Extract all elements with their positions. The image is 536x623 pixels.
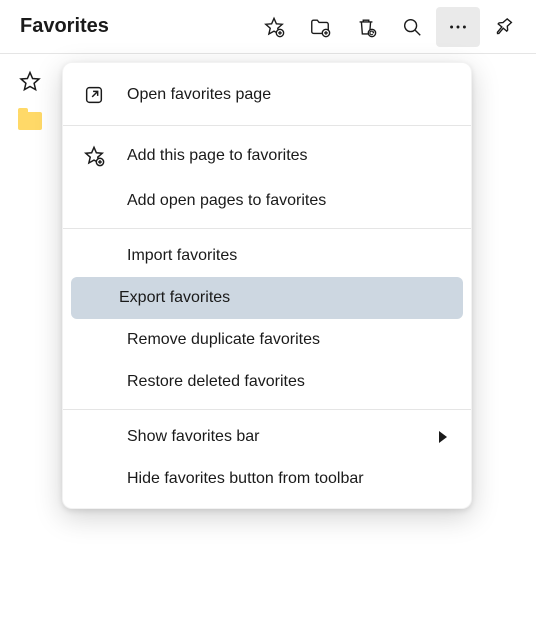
menu-label: Hide favorites button from toolbar (127, 470, 453, 488)
menu-import-favorites[interactable]: Import favorites (63, 235, 471, 277)
menu-label: Restore deleted favorites (127, 373, 453, 391)
menu-export-favorites[interactable]: Export favorites (71, 277, 463, 319)
menu-label: Add open pages to favorites (127, 192, 453, 210)
menu-divider (63, 125, 471, 126)
menu-label: Remove duplicate favorites (127, 331, 453, 349)
search-button[interactable] (390, 7, 434, 47)
star-outline-icon (18, 70, 42, 94)
chevron-right-icon (439, 431, 447, 443)
favorites-list-hint (18, 70, 42, 130)
star-plus-icon (83, 145, 105, 167)
menu-label: Import favorites (127, 247, 453, 265)
trash-restore-icon (355, 16, 377, 38)
pin-icon (489, 11, 520, 42)
favorites-header: Favorites (0, 0, 536, 54)
menu-label: Show favorites bar (127, 428, 439, 446)
menu-label: Export favorites (119, 289, 453, 307)
header-actions (252, 7, 526, 47)
page-title: Favorites (20, 15, 109, 38)
restore-button[interactable] (344, 7, 388, 47)
menu-restore-deleted[interactable]: Restore deleted favorites (63, 361, 471, 403)
open-external-icon (83, 84, 105, 106)
star-plus-icon (263, 16, 285, 38)
menu-add-this-page[interactable]: Add this page to favorites (63, 132, 471, 180)
menu-remove-duplicates[interactable]: Remove duplicate favorites (63, 319, 471, 361)
menu-add-open-pages[interactable]: Add open pages to favorites (63, 180, 471, 222)
add-folder-button[interactable] (298, 7, 342, 47)
menu-label: Open favorites page (127, 86, 453, 104)
menu-show-favorites-bar[interactable]: Show favorites bar (63, 416, 471, 458)
more-button[interactable] (436, 7, 480, 47)
folder-plus-icon (309, 16, 331, 38)
search-icon (401, 16, 423, 38)
folder-icon (18, 112, 42, 130)
add-favorite-button[interactable] (252, 7, 296, 47)
menu-label: Add this page to favorites (127, 147, 453, 165)
favorites-context-menu: Open favorites page Add this page to fav… (62, 62, 472, 509)
menu-divider (63, 409, 471, 410)
more-icon (447, 16, 469, 38)
menu-divider (63, 228, 471, 229)
menu-open-favorites-page[interactable]: Open favorites page (63, 71, 471, 119)
menu-hide-favorites-button[interactable]: Hide favorites button from toolbar (63, 458, 471, 500)
pin-button[interactable] (482, 7, 526, 47)
